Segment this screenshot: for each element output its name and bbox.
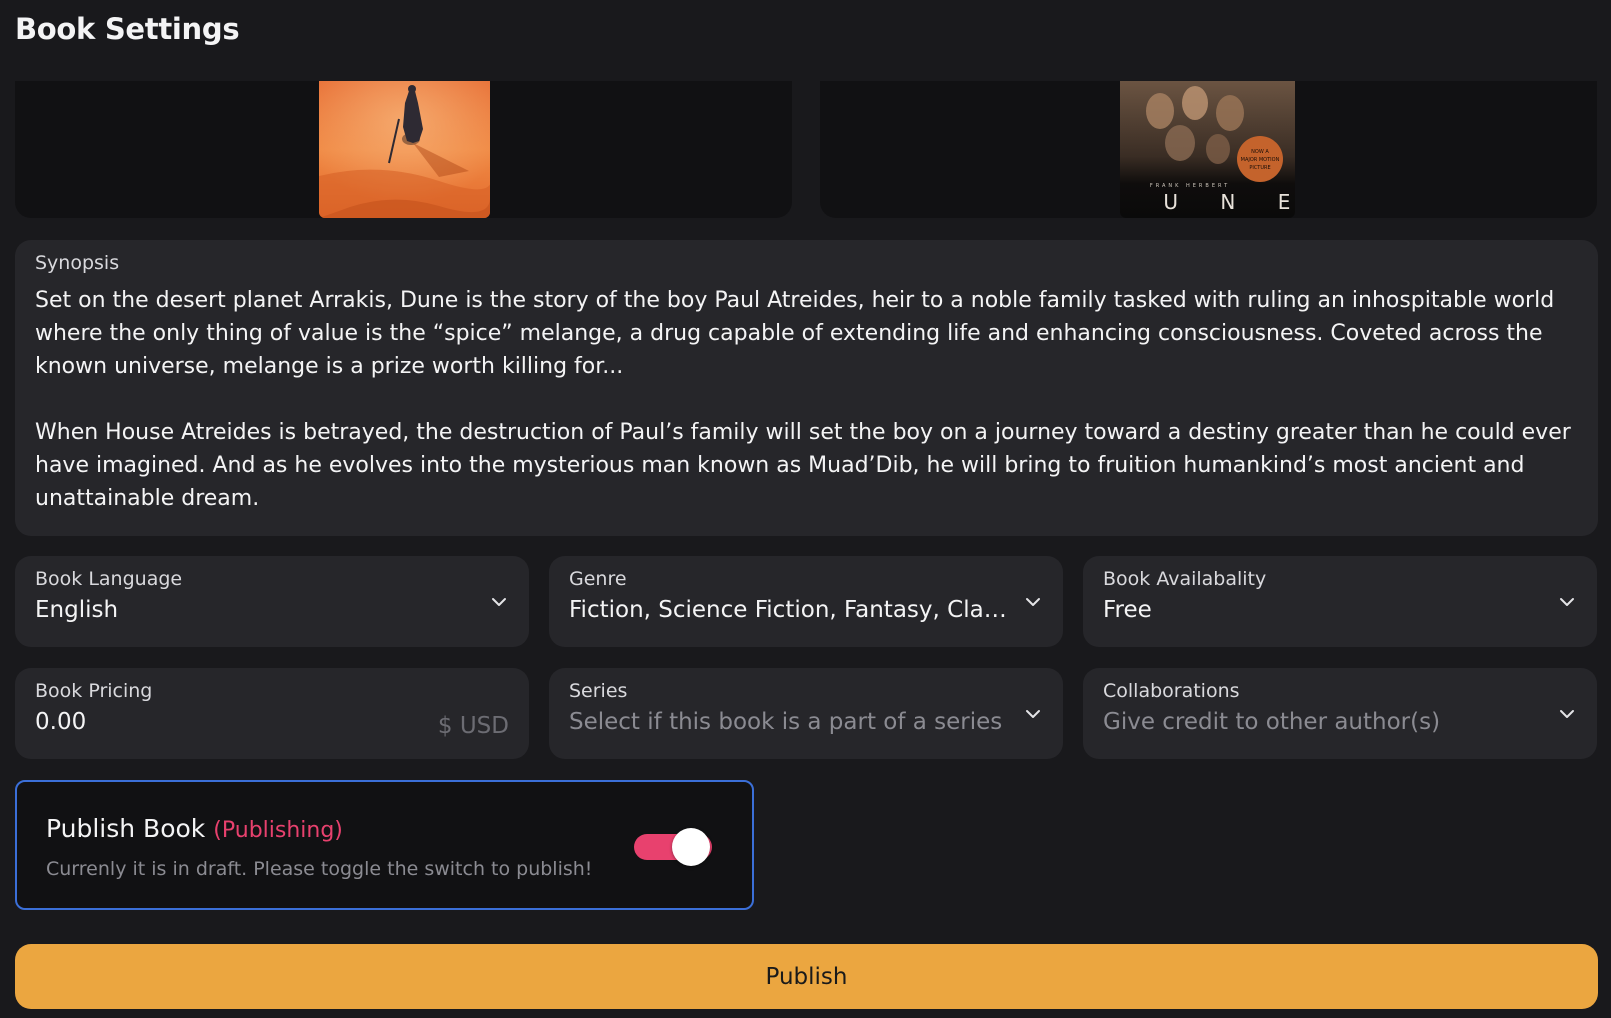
publish-book-card: Publish Book (Publishing) Currenly it is … xyxy=(15,780,754,910)
cover-title-text: D U N E xyxy=(1120,190,1295,214)
desert-figure-cover-image[interactable] xyxy=(319,81,490,218)
publishing-status: (Publishing) xyxy=(213,818,343,843)
synopsis-text[interactable]: Set on the desert planet Arrakis, Dune i… xyxy=(35,284,1578,515)
book-settings-page: Book Settings NOW A MAJOR MOTION PICTURE… xyxy=(0,0,1611,1018)
cover-author-text: FRANK HERBERT xyxy=(1150,183,1230,189)
series-placeholder: Select if this book is a part of a serie… xyxy=(569,709,1003,735)
book-language-select[interactable]: Book Language English xyxy=(15,556,529,647)
publish-description: Currenly it is in draft. Please toggle t… xyxy=(46,858,593,880)
book-pricing-input[interactable]: Book Pricing 0.00 $ USD xyxy=(15,668,529,759)
book-availability-label: Book Availabality xyxy=(1103,568,1267,590)
synopsis-field[interactable]: Synopsis Set on the desert planet Arraki… xyxy=(15,240,1598,536)
book-language-value: English xyxy=(35,597,119,623)
book-pricing-label: Book Pricing xyxy=(35,680,153,702)
dune-movie-cover-image[interactable]: NOW A MAJOR MOTION PICTURE FRANK HERBERT… xyxy=(1120,81,1295,218)
page-title: Book Settings xyxy=(15,12,240,46)
badge-text-2: MAJOR MOTION xyxy=(1241,157,1280,163)
book-availability-select[interactable]: Book Availabality Free xyxy=(1083,556,1597,647)
chevron-down-icon[interactable] xyxy=(1557,704,1577,724)
synopsis-label: Synopsis xyxy=(35,252,120,274)
publish-book-heading: Publish Book (Publishing) xyxy=(46,814,343,843)
badge-text-3: PICTURE xyxy=(1249,165,1270,171)
synopsis-paragraph-2: When House Atreides is betrayed, the des… xyxy=(35,420,1571,511)
synopsis-paragraph-1: Set on the desert planet Arrakis, Dune i… xyxy=(35,288,1555,379)
badge-text-1: NOW A xyxy=(1251,149,1269,155)
collaborations-select[interactable]: Collaborations Give credit to other auth… xyxy=(1083,668,1597,759)
publish-book-title: Publish Book xyxy=(46,814,206,843)
publish-toggle-switch[interactable] xyxy=(634,828,714,866)
series-label: Series xyxy=(569,680,628,702)
cover-panel-left xyxy=(15,81,792,218)
collaborations-placeholder: Give credit to other author(s) xyxy=(1103,709,1441,735)
chevron-down-icon[interactable] xyxy=(489,592,509,612)
chevron-down-icon[interactable] xyxy=(1023,592,1043,612)
currency-unit: $ USD xyxy=(437,713,509,739)
collaborations-label: Collaborations xyxy=(1103,680,1240,702)
chevron-down-icon[interactable] xyxy=(1023,704,1043,724)
chevron-down-icon[interactable] xyxy=(1557,592,1577,612)
book-pricing-value[interactable]: 0.00 xyxy=(35,709,475,735)
cover-panel-right: NOW A MAJOR MOTION PICTURE FRANK HERBERT… xyxy=(820,81,1597,218)
genre-label: Genre xyxy=(569,568,627,590)
publish-button[interactable]: Publish xyxy=(15,944,1598,1009)
book-language-label: Book Language xyxy=(35,568,183,590)
book-availability-value: Free xyxy=(1103,597,1152,623)
toggle-knob xyxy=(672,828,710,866)
genre-select[interactable]: Genre Fiction, Science Fiction, Fantasy,… xyxy=(549,556,1063,647)
genre-value: Fiction, Science Fiction, Fantasy, Clas.… xyxy=(569,597,1009,623)
series-select[interactable]: Series Select if this book is a part of … xyxy=(549,668,1063,759)
